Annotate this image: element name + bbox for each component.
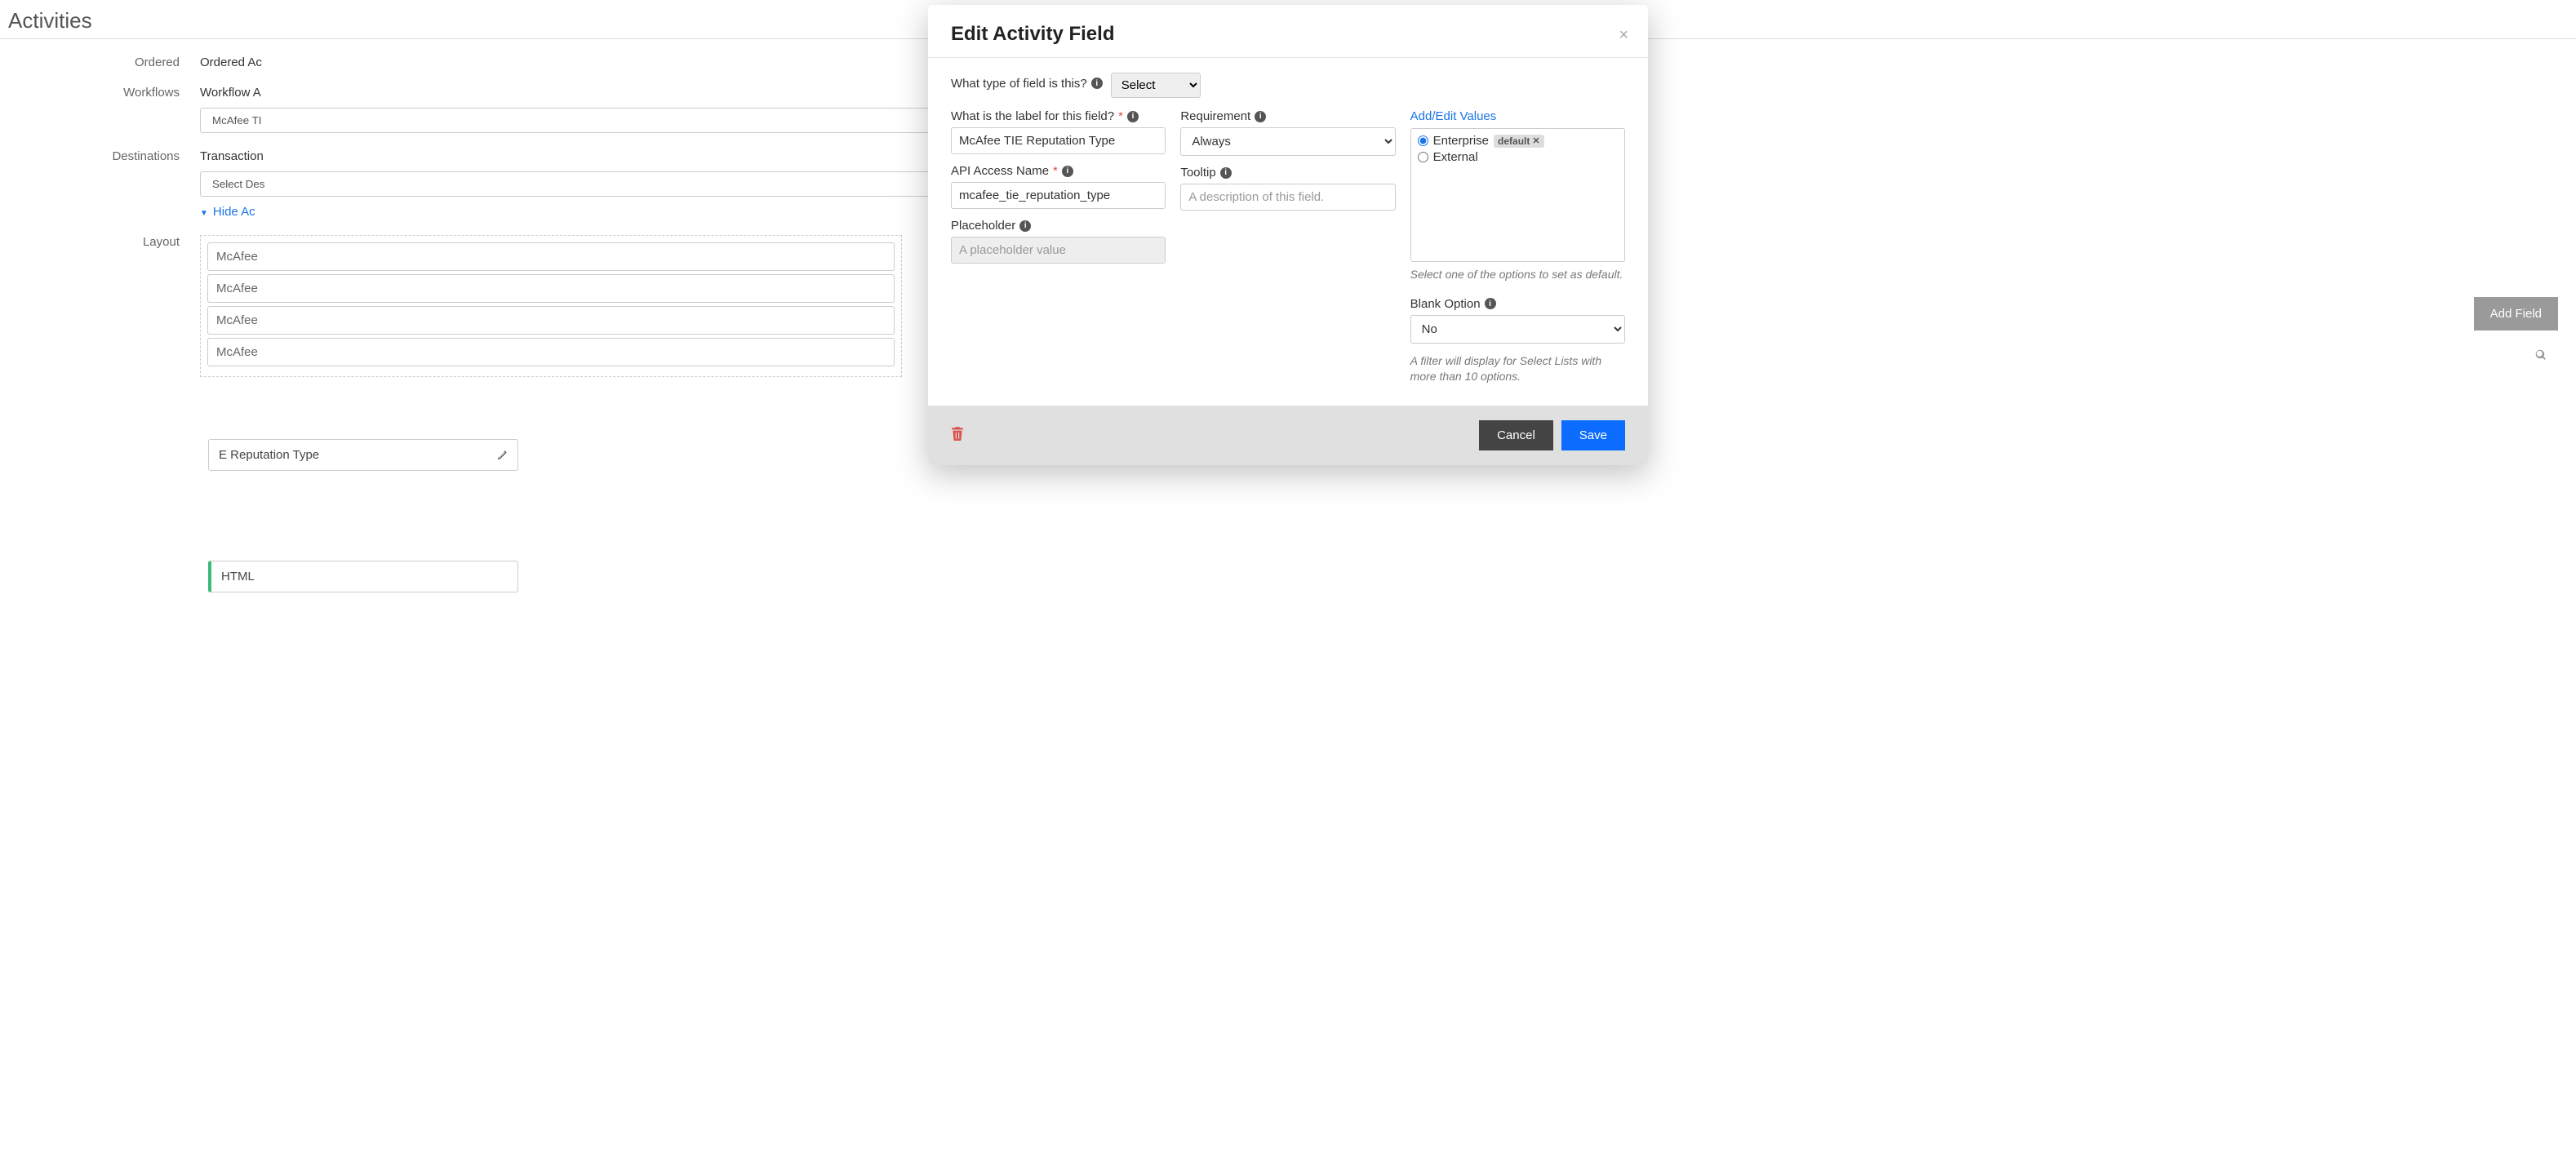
- value-label: Enterprise: [1433, 134, 1489, 148]
- api-name-input[interactable]: [951, 182, 1166, 209]
- remove-default-icon[interactable]: ✕: [1532, 135, 1539, 146]
- values-hint: Select one of the options to set as defa…: [1410, 267, 1625, 282]
- save-button[interactable]: Save: [1561, 420, 1625, 450]
- field-chip-reputation-type[interactable]: E Reputation Type: [208, 439, 518, 471]
- default-badge: default ✕: [1494, 135, 1544, 148]
- layout-item[interactable]: McAfee: [207, 306, 895, 335]
- modal-title: Edit Activity Field: [951, 23, 1625, 46]
- edit-icon[interactable]: [496, 450, 508, 461]
- tooltip-label: Tooltip i: [1180, 166, 1395, 180]
- info-icon[interactable]: i: [1062, 166, 1073, 177]
- field-chip-label: HTML: [221, 570, 255, 584]
- info-icon[interactable]: i: [1255, 111, 1266, 122]
- field-chip-label: E Reputation Type: [219, 448, 319, 462]
- cancel-button[interactable]: Cancel: [1479, 420, 1553, 450]
- info-icon[interactable]: i: [1091, 78, 1103, 89]
- sidebar-layout-label: Layout: [8, 235, 200, 249]
- layout-item[interactable]: McAfee: [207, 338, 895, 366]
- info-icon[interactable]: i: [1127, 111, 1139, 122]
- field-type-label: What type of field is this? i: [951, 77, 1103, 91]
- field-type-select[interactable]: Select: [1111, 73, 1201, 98]
- blank-option-select[interactable]: No: [1410, 315, 1625, 344]
- ordered-activities-text: Ordered Ac: [200, 55, 262, 69]
- values-list: Enterprise default ✕ External: [1410, 128, 1625, 262]
- sidebar-destinations-label: Destinations: [8, 149, 200, 163]
- value-label: External: [1433, 150, 1478, 164]
- delete-icon[interactable]: [951, 426, 964, 444]
- layout-item[interactable]: McAfee: [207, 274, 895, 303]
- modal-header: Edit Activity Field ×: [928, 5, 1648, 58]
- sidebar-ordered-label: Ordered: [8, 55, 200, 69]
- close-icon[interactable]: ×: [1619, 26, 1628, 45]
- value-radio[interactable]: [1418, 152, 1428, 162]
- placeholder-input: [951, 237, 1166, 264]
- blank-option-label: Blank Option i: [1410, 297, 1625, 311]
- sidebar-workflows-label: Workflows: [8, 86, 200, 100]
- field-chip-html[interactable]: HTML: [208, 561, 518, 592]
- info-icon[interactable]: i: [1220, 167, 1232, 179]
- requirement-label: Requirement i: [1180, 109, 1395, 123]
- edit-activity-field-modal: Edit Activity Field × What type of field…: [928, 5, 1648, 465]
- api-name-label: API Access Name * i: [951, 164, 1166, 178]
- tooltip-input[interactable]: [1180, 184, 1395, 211]
- layout-drop-zone[interactable]: McAfee McAfee McAfee McAfee: [200, 235, 902, 377]
- layout-item[interactable]: McAfee: [207, 242, 895, 271]
- add-field-button[interactable]: Add Field: [2474, 297, 2558, 331]
- value-option-external[interactable]: External: [1418, 150, 1618, 164]
- field-label-input[interactable]: [951, 127, 1166, 154]
- requirement-select[interactable]: Always: [1180, 127, 1395, 156]
- add-edit-values-link[interactable]: Add/Edit Values: [1410, 109, 1625, 123]
- placeholder-label: Placeholder i: [951, 219, 1166, 233]
- info-icon[interactable]: i: [1485, 298, 1496, 309]
- value-radio[interactable]: [1418, 135, 1428, 146]
- label-question-label: What is the label for this field? * i: [951, 109, 1166, 123]
- value-option-enterprise[interactable]: Enterprise default ✕: [1418, 134, 1618, 148]
- info-icon[interactable]: i: [1019, 220, 1031, 232]
- modal-footer: Cancel Save: [928, 406, 1648, 465]
- blank-option-hint: A filter will display for Select Lists w…: [1410, 353, 1625, 384]
- search-icon[interactable]: [2535, 349, 2547, 364]
